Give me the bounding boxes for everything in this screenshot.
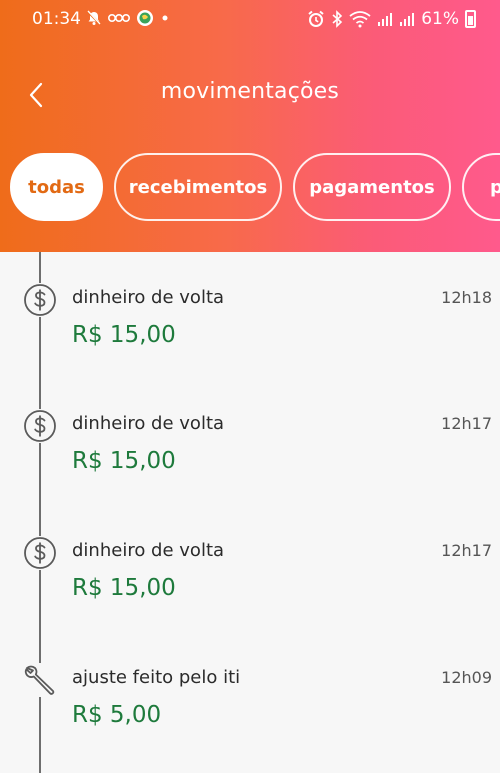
wifi-icon xyxy=(349,11,371,28)
tab-pagamentos[interactable]: pagamentos xyxy=(293,153,451,221)
globe-app-icon xyxy=(137,10,153,26)
transaction-amount: R$ 15,00 xyxy=(72,448,176,474)
transaction-item[interactable]: dinheiro de volta 12h18 R$ 15,00 xyxy=(0,257,500,357)
transaction-title: ajuste feito pelo iti xyxy=(72,667,241,688)
transaction-title: dinheiro de volta xyxy=(72,540,225,561)
app-notification-icon xyxy=(108,13,130,23)
page-title: movimentações xyxy=(160,79,340,104)
transaction-time: 12h18 xyxy=(441,288,492,307)
alarm-icon xyxy=(308,10,324,27)
transaction-time: 12h09 xyxy=(441,668,492,687)
transaction-amount: R$ 5,00 xyxy=(72,702,162,728)
tab-todas[interactable]: todas xyxy=(10,153,103,221)
status-notification-icons xyxy=(86,9,170,27)
signal-icon-2 xyxy=(400,13,415,26)
dollar-coin-icon xyxy=(23,409,57,443)
status-time: 01:34 xyxy=(32,9,81,29)
filter-tabs: todas recebimentos pagamentos p xyxy=(10,153,500,221)
transaction-amount: R$ 15,00 xyxy=(72,575,176,601)
status-bar: 01:34 61% xyxy=(0,0,500,38)
wrench-icon xyxy=(23,663,57,697)
transaction-item[interactable]: dinheiro de volta 12h17 R$ 15,00 xyxy=(0,510,500,610)
bluetooth-icon xyxy=(332,10,343,28)
transaction-title: dinheiro de volta xyxy=(72,287,225,308)
battery-icon xyxy=(465,10,476,28)
battery-percentage: 61% xyxy=(421,9,459,29)
dollar-coin-icon xyxy=(23,283,57,317)
bell-muted-icon xyxy=(87,10,101,25)
transaction-title: dinheiro de volta xyxy=(72,413,225,434)
transaction-item[interactable]: ajuste feito pelo iti 12h09 R$ 5,00 xyxy=(0,637,500,737)
tab-partial[interactable]: p xyxy=(462,153,500,221)
transaction-amount: R$ 15,00 xyxy=(72,322,176,348)
more-dot-icon xyxy=(162,15,168,21)
tab-recebimentos[interactable]: recebimentos xyxy=(114,153,282,221)
transaction-time: 12h17 xyxy=(441,541,492,560)
transaction-time: 12h17 xyxy=(441,414,492,433)
app-header: 01:34 61% movimentações todas recebiment… xyxy=(0,0,500,252)
dollar-coin-icon xyxy=(23,536,57,570)
status-system-icons: 61% xyxy=(307,9,476,29)
signal-icon-1 xyxy=(378,13,393,26)
transaction-item[interactable]: dinheiro de volta 12h17 R$ 15,00 xyxy=(0,383,500,483)
